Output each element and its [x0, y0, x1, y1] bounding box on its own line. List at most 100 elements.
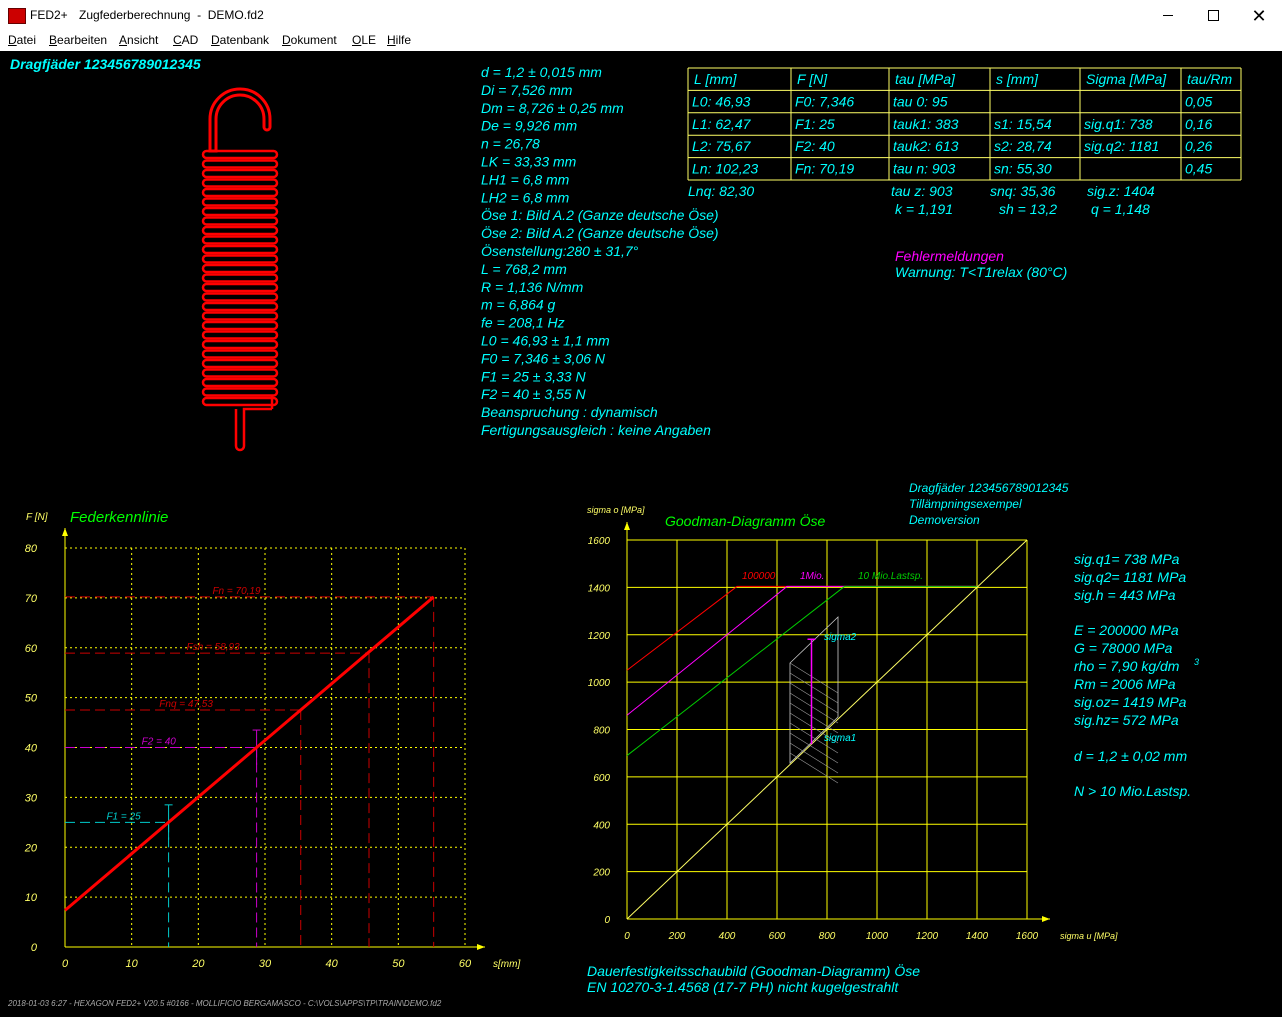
chart1-marker-label: F1 = 25: [106, 811, 141, 822]
goodman-caption-2: EN 10270-3-1.4568 (17-7 PH) nicht kugelg…: [587, 979, 899, 995]
chart1-x-arrow: [477, 944, 485, 950]
chart2-y-arrow: [624, 522, 630, 530]
table-extra: q = 1,148: [1091, 201, 1150, 217]
menu-bearbeiten[interactable]: Bearbeiten: [49, 33, 107, 47]
table-cell: 0,05: [1185, 93, 1212, 109]
warning-message: Warnung: T<T1relax (80°C): [895, 264, 1067, 280]
maximize-button[interactable]: [1190, 0, 1236, 31]
drawing-svg: Dragfjäder 123456789012345 d = 1,2 ± 0,0…: [7, 56, 1242, 1008]
menu-hilfe[interactable]: Hilfe: [387, 33, 411, 47]
spring-coil: [201, 273, 279, 283]
table-cell: Fn: 70,19: [795, 161, 854, 177]
table-header: s [mm]: [996, 71, 1039, 87]
spring-coil: [201, 282, 279, 293]
material-line: E = 200000 MPa: [1074, 622, 1179, 638]
table-header: tau/Rm: [1187, 71, 1232, 87]
chart2-series-line: [626, 585, 978, 671]
table-cell: F0: 7,346: [795, 93, 854, 109]
chart2-y-tick: 400: [593, 820, 610, 831]
param-line: Ösenstellung:280 ± 31,7°: [481, 242, 639, 259]
spring-coil: [201, 187, 279, 198]
table-extra: sh = 13,2: [999, 201, 1057, 217]
menu-bar: Datei Bearbeiten Ansicht CAD Datenbank D…: [0, 31, 1282, 51]
chart1-x-tick: 20: [191, 958, 205, 970]
chart2-hatch: [789, 682, 839, 714]
chart2-x-tick: 600: [769, 931, 786, 942]
drawing-canvas[interactable]: Dragfjäder 123456789012345 d = 1,2 ± 0,0…: [0, 51, 1282, 1012]
table-extra: Lnq: 82,30: [688, 183, 754, 199]
chart1-y-arrow: [62, 528, 68, 536]
table-cell: 0,16: [1185, 116, 1212, 132]
minimize-button[interactable]: [1145, 0, 1191, 31]
table-header: F [N]: [797, 71, 828, 87]
material-line: rho = 7,90 kg/dm: [1074, 658, 1180, 674]
spring-coil: [201, 396, 279, 407]
chart1-x-tick: 40: [326, 958, 339, 970]
param-line: d = 1,2 ± 0,015 mm: [481, 64, 602, 80]
table-cell: L2: 75,67: [692, 138, 752, 154]
chart1-y-tick: 50: [25, 693, 38, 705]
chart2-y-tick: 1400: [588, 583, 611, 594]
material-properties: sig.q1= 738 MPa sig.q2= 1181 MPa sig.h = 4…: [1074, 551, 1199, 799]
chart2-x-tick: 1600: [1016, 931, 1039, 942]
chart1-y-tick: 0: [31, 942, 38, 954]
chart1-y-tick: 40: [25, 743, 38, 755]
chart2-x-tick: 1000: [866, 931, 889, 942]
menu-cad[interactable]: CAD: [173, 33, 198, 47]
spring-coil: [201, 159, 279, 169]
fed-app-icon[interactable]: [8, 8, 26, 24]
material-sup: 3: [1194, 657, 1199, 667]
chart1-y-tick: 70: [25, 593, 38, 605]
menu-ole[interactable]: OLE: [352, 33, 376, 47]
spring-coil: [201, 301, 279, 312]
table-extra: tau z: 903: [891, 183, 953, 199]
param-line: Öse 2: Bild A.2 (Ganze deutsche Öse): [481, 224, 719, 241]
maximize-icon: [1207, 10, 1219, 21]
close-button[interactable]: ✕: [1236, 0, 1282, 31]
chart2-y-tick: 200: [592, 868, 610, 879]
spring-coil: [201, 358, 279, 369]
param-line: L0 = 46,93 ± 1,1 mm: [481, 333, 610, 349]
param-line: F0 = 7,346 ± 3,06 N: [481, 350, 606, 366]
goodman-info-line2: Tillämpningsexempel: [909, 497, 1022, 511]
chart2-y-tick: 800: [593, 726, 610, 737]
spring-coil: [201, 377, 279, 388]
chart1-x-tick: 50: [392, 958, 405, 970]
chart2-x-tick: 0: [624, 931, 630, 942]
table-cell: sn: 55,30: [994, 161, 1052, 177]
chart2-series-label: 10 Mio.Lastsp.: [858, 571, 923, 582]
table-cell: L1: 62,47: [692, 116, 752, 132]
table-header: L [mm]: [694, 71, 738, 87]
spring-coil: [201, 216, 279, 226]
spring-coil: [201, 320, 279, 331]
param-line: LK = 33,33 mm: [481, 154, 577, 170]
menu-dokument[interactable]: Dokument: [282, 33, 337, 47]
param-line: Fertigungsausgleich : keine Angaben: [481, 422, 711, 438]
param-line: Di = 7,526 mm: [481, 82, 573, 98]
results-table: L [mm] F [N] tau [MPa] s [mm] Sigma [MPa] tau…: [687, 67, 1242, 217]
table-cell: tauk1: 383: [893, 116, 959, 132]
title-bar: FED2+ Zugfederberechnung - DEMO.fd2 ✕: [0, 0, 1282, 31]
spring-coil: [201, 235, 279, 245]
table-cell: F1: 25: [795, 116, 835, 132]
chart1-marker-label: Fsh = 58,93: [187, 642, 241, 653]
param-line: m = 6,864 g: [481, 297, 556, 313]
messages-title: Fehlermeldungen: [895, 248, 1004, 264]
chart2-hatch: [789, 752, 839, 784]
param-line: Öse 1: Bild A.2 (Ganze deutsche Öse): [481, 206, 719, 223]
menu-ansicht[interactable]: Ansicht: [119, 33, 158, 47]
chart2-x-arrow: [1042, 916, 1050, 922]
table-cell: L0: 46,93: [692, 93, 751, 109]
table-cell: 0,26: [1185, 138, 1212, 154]
menu-datenbank[interactable]: Datenbank: [211, 33, 269, 47]
material-line: Rm = 2006 MPa: [1074, 676, 1176, 692]
spring-drawing: [201, 87, 279, 452]
chart2-x-tick: 1400: [966, 931, 989, 942]
menu-datei[interactable]: Datei: [8, 33, 36, 47]
table-header: tau [MPa]: [895, 71, 956, 87]
spring-coil: [201, 225, 279, 236]
table-cell: tauk2: 613: [893, 138, 959, 154]
chart1-y-tick: 60: [25, 643, 38, 655]
param-line: fe = 208,1 Hz: [481, 315, 565, 331]
table-cell: F2: 40: [795, 138, 835, 154]
